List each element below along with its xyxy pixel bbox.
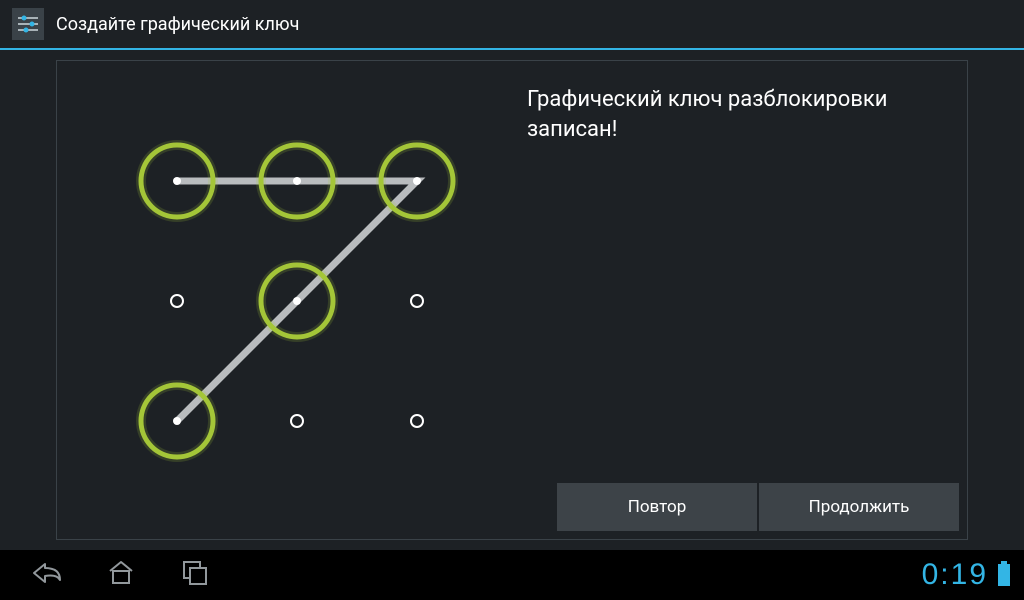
- status-clock[interactable]: 0:19: [922, 558, 988, 592]
- pattern-cell-3[interactable]: [171, 295, 183, 307]
- pattern-cell-7[interactable]: [291, 415, 303, 427]
- pattern-cell-6[interactable]: [141, 385, 213, 457]
- settings-icon: [12, 8, 44, 40]
- title-divider: [0, 48, 1024, 50]
- back-button[interactable]: [30, 556, 64, 594]
- continue-button[interactable]: Продолжить: [759, 483, 959, 531]
- navigation-bar: 0:19: [0, 550, 1024, 600]
- status-message: Графический ключ разблокировки записан!: [527, 85, 947, 144]
- retry-button[interactable]: Повтор: [557, 483, 757, 531]
- pattern-cell-8[interactable]: [411, 415, 423, 427]
- pattern-cell-5[interactable]: [411, 295, 423, 307]
- title-bar: Создайте графический ключ: [0, 0, 1024, 48]
- battery-icon: [998, 564, 1010, 586]
- pattern-lock[interactable]: [67, 71, 517, 531]
- page-title: Создайте графический ключ: [56, 14, 299, 35]
- home-button[interactable]: [104, 556, 138, 594]
- recents-button[interactable]: [178, 556, 212, 594]
- pattern-cell-4[interactable]: [261, 265, 333, 337]
- screen: Создайте графический ключ: [0, 0, 1024, 600]
- button-row: Повтор Продолжить: [557, 483, 959, 531]
- content-panel: Графический ключ разблокировки записан! …: [56, 60, 968, 540]
